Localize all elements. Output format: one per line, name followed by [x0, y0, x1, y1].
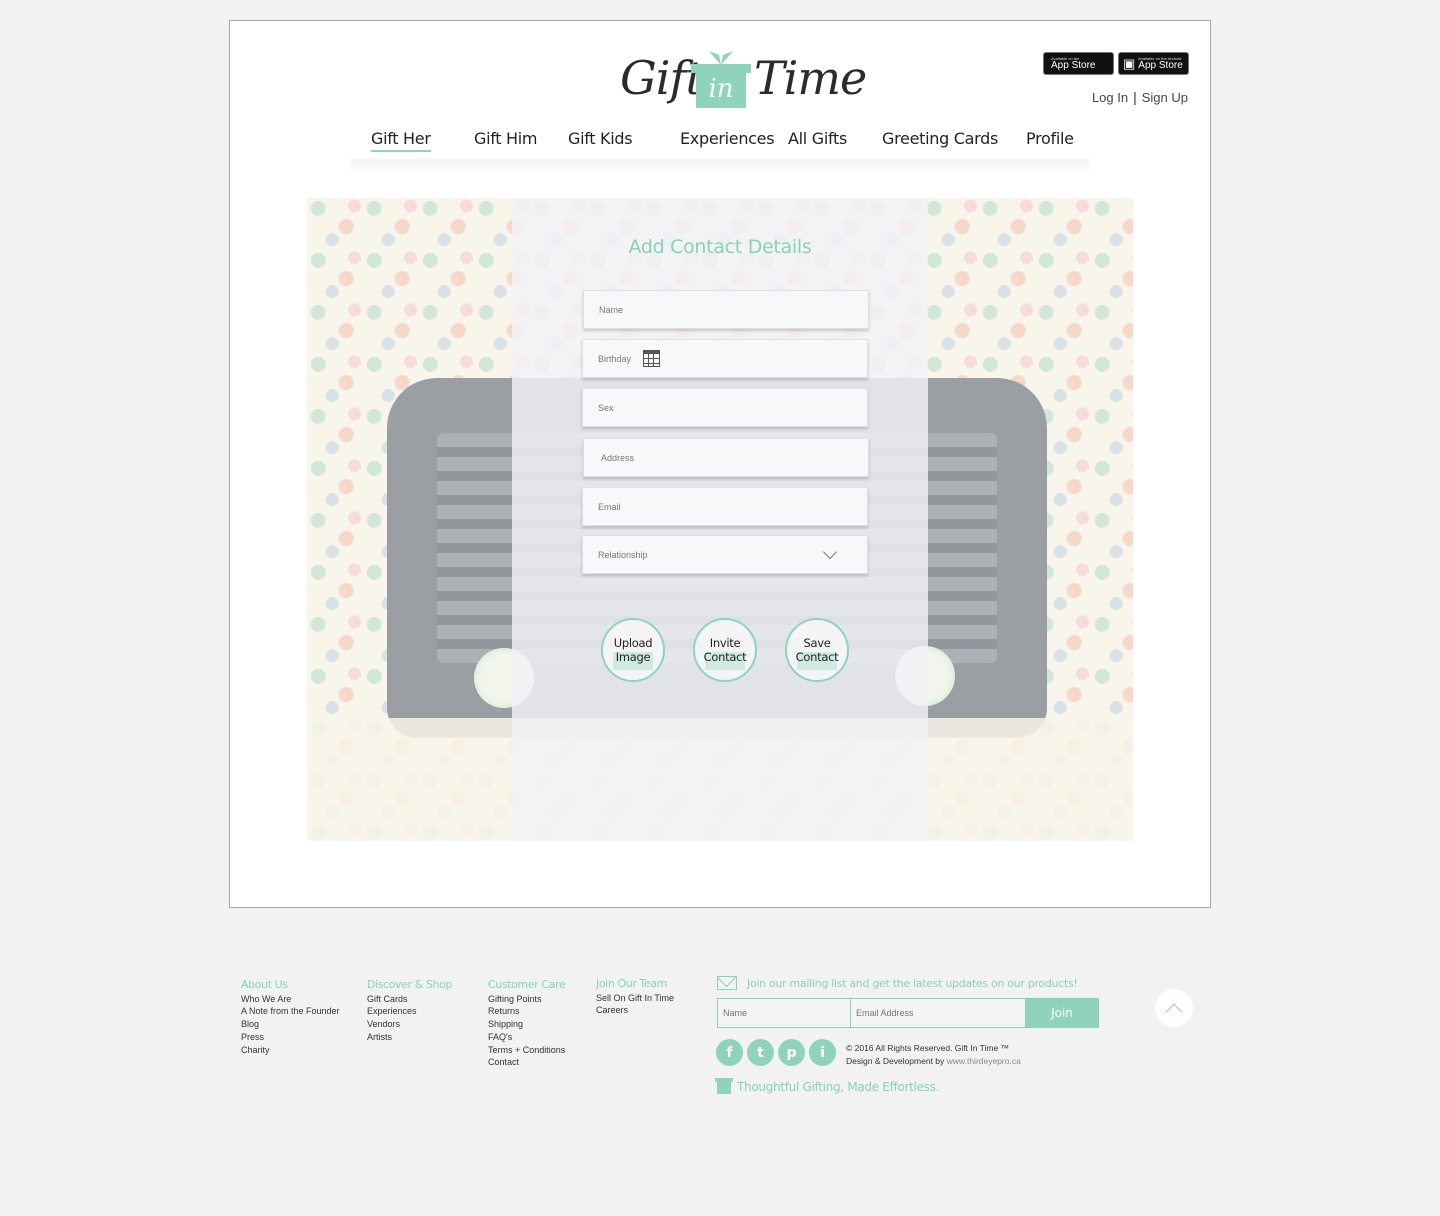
- copyright-block: © 2016 All Rights Reserved. Gift In Time…: [846, 1042, 1021, 1068]
- scroll-top-button[interactable]: [1155, 989, 1193, 1027]
- footer-team-title: Join Our Team: [596, 977, 668, 990]
- join-button[interactable]: Join: [1026, 999, 1098, 1027]
- footer-link[interactable]: Terms + Conditions: [488, 1044, 565, 1057]
- nav-experiences[interactable]: Experiences: [680, 129, 775, 148]
- invite-line1: Invite: [709, 636, 741, 650]
- footer-about: About Us Who We Are A Note from the Foun…: [241, 978, 340, 1056]
- save-contact-button[interactable]: Save Contact: [785, 618, 849, 682]
- save-line1: Save: [803, 636, 831, 650]
- invite-line2: Contact: [703, 650, 747, 664]
- logo-word-gift: Gift: [620, 51, 704, 105]
- subscribe-email-input[interactable]: [851, 999, 1026, 1027]
- gift-icon: [715, 1077, 733, 1094]
- android-icon: ▣: [1123, 56, 1136, 71]
- gift-bow-icon: [709, 51, 733, 65]
- footer-link[interactable]: Vendors: [367, 1018, 452, 1031]
- design-credit: Design & Development by: [846, 1056, 945, 1066]
- birthday-field[interactable]: Birthday: [582, 339, 868, 378]
- name-placeholder: Name: [599, 304, 624, 315]
- footer-link[interactable]: Sell On Gift In Time: [596, 992, 674, 1005]
- logo-word-in: in: [696, 72, 746, 108]
- calendar-icon[interactable]: [643, 350, 661, 367]
- footer-link[interactable]: Press: [241, 1031, 340, 1044]
- nav-shadow: [350, 159, 1090, 173]
- footer-discover-title: Discover & Shop: [367, 978, 453, 991]
- footer-link[interactable]: Returns: [488, 1005, 565, 1018]
- social-links: f t p i: [716, 1039, 836, 1066]
- sex-placeholder: Sex: [598, 402, 614, 413]
- footer-link[interactable]: Shipping: [488, 1018, 565, 1031]
- email-placeholder: Email: [598, 501, 621, 512]
- subscribe-form: Join: [717, 998, 1099, 1028]
- invite-contact-button[interactable]: Invite Contact: [693, 618, 757, 682]
- upload-line2: Image: [615, 650, 651, 664]
- store-badges: Available on the App Store ▣ Available o…: [1043, 52, 1189, 75]
- sex-field[interactable]: Sex: [582, 388, 868, 427]
- hero-background: Add Contact Details Name Birthday Sex Ad…: [307, 198, 1133, 841]
- footer-link[interactable]: Who We Are: [241, 993, 340, 1006]
- footer-link[interactable]: Blog: [241, 1018, 340, 1031]
- address-field[interactable]: Address: [583, 438, 869, 477]
- nav-greeting-cards[interactable]: Greeting Cards: [882, 129, 998, 148]
- mailing-list-row: Join our mailing list and get the latest…: [717, 976, 1078, 990]
- footer-link[interactable]: Gifting Points: [488, 993, 565, 1006]
- relationship-placeholder: Relationship: [598, 549, 648, 560]
- form-title: Add Contact Details: [628, 236, 812, 258]
- birthday-placeholder: Birthday: [598, 353, 632, 364]
- footer-care-title: Customer Care: [488, 978, 566, 991]
- footer-link[interactable]: Charity: [241, 1044, 340, 1057]
- footer-discover: Discover & Shop Gift Cards Experiences V…: [367, 978, 452, 1044]
- email-field[interactable]: Email: [582, 487, 868, 526]
- pinterest-icon[interactable]: p: [778, 1039, 805, 1066]
- main-nav: Gift Her Gift Him Gift Kids Experiences …: [230, 129, 1210, 159]
- envelope-icon: [717, 976, 737, 990]
- name-field[interactable]: Name: [583, 290, 869, 329]
- footer-team: Join Our Team Sell On Gift In Time Caree…: [596, 977, 674, 1017]
- facebook-icon[interactable]: f: [716, 1039, 743, 1066]
- copyright-text: © 2016 All Rights Reserved. Gift In Time…: [846, 1043, 1010, 1053]
- footer-link[interactable]: FAQ's: [488, 1031, 565, 1044]
- instagram-icon[interactable]: i: [809, 1039, 836, 1066]
- save-line2: Contact: [795, 650, 839, 664]
- signup-link[interactable]: Sign Up: [1142, 90, 1188, 105]
- footer-link[interactable]: A Note from the Founder: [241, 1005, 340, 1018]
- nav-gift-him[interactable]: Gift Him: [474, 129, 538, 148]
- android-store-label: App Store: [1138, 59, 1183, 71]
- app-store-button[interactable]: Available on the App Store: [1043, 52, 1114, 75]
- footer-link[interactable]: Experiences: [367, 1005, 452, 1018]
- logo-word-time: Time: [754, 51, 867, 105]
- auth-separator: |: [1133, 89, 1137, 105]
- nav-all-gifts[interactable]: All Gifts: [788, 129, 847, 148]
- subscribe-name-input[interactable]: [718, 999, 851, 1027]
- chevron-down-icon: [822, 544, 838, 560]
- auth-links: Log In | Sign Up: [1092, 89, 1188, 105]
- app-store-label: App Store: [1051, 59, 1096, 71]
- chevron-up-icon: [1165, 1003, 1183, 1020]
- login-link[interactable]: Log In: [1092, 90, 1128, 105]
- twitter-icon[interactable]: t: [747, 1039, 774, 1066]
- footer-link[interactable]: Careers: [596, 1004, 674, 1017]
- main-card: Gift in Time Available on the App Store …: [229, 20, 1211, 908]
- nav-gift-kids[interactable]: Gift Kids: [568, 129, 633, 148]
- address-placeholder: Address: [601, 452, 635, 463]
- logo[interactable]: Gift in Time: [620, 45, 867, 115]
- relationship-select[interactable]: Relationship: [582, 535, 868, 574]
- design-link[interactable]: www.thirdeyepro.ca: [947, 1056, 1021, 1066]
- upload-line1: Upload: [613, 636, 653, 650]
- mailing-list-text: Join our mailing list and get the latest…: [747, 976, 1078, 990]
- tagline-text: Thoughtful Gifting, Made Effortless.: [737, 1080, 940, 1094]
- footer-about-title: About Us: [241, 978, 288, 991]
- nav-gift-her[interactable]: Gift Her: [371, 129, 431, 152]
- footer-care: Customer Care Gifting Points Returns Shi…: [488, 978, 566, 1069]
- footer-link[interactable]: Artists: [367, 1031, 452, 1044]
- android-store-button[interactable]: ▣ Available on the Android App Store: [1118, 52, 1189, 75]
- tagline: Thoughtful Gifting, Made Effortless.: [715, 1077, 940, 1094]
- upload-image-button[interactable]: Upload Image: [601, 618, 665, 682]
- footer-link[interactable]: Gift Cards: [367, 993, 452, 1006]
- nav-profile[interactable]: Profile: [1026, 129, 1074, 148]
- footer-link[interactable]: Contact: [488, 1056, 565, 1069]
